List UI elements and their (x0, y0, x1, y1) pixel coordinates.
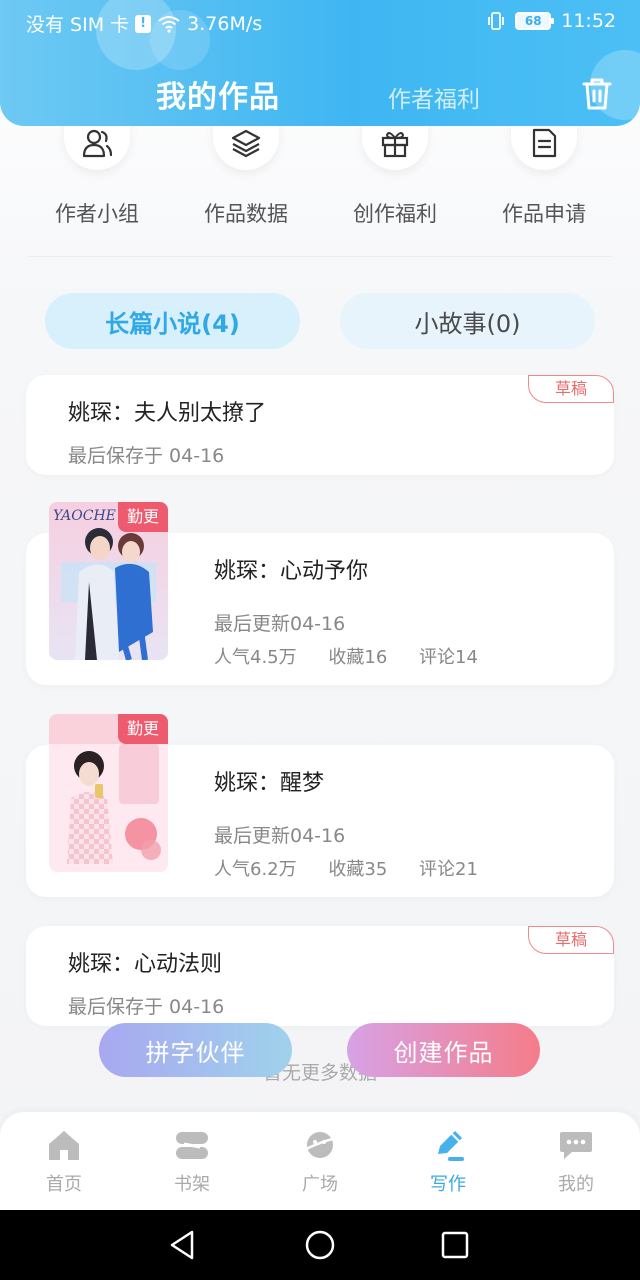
nav-mine[interactable]: 我的 (512, 1112, 640, 1210)
bottom-nav: 首页 书架 广场 写作 我的 (0, 1112, 640, 1210)
work-stats: 人气6.2万 收藏35 评论21 (214, 855, 504, 881)
nav-label: 我的 (558, 1174, 594, 1195)
segment-novels[interactable]: 长篇小说(4) (45, 293, 300, 349)
favorites-stat: 收藏35 (328, 859, 388, 880)
carrier-text: 没有 SIM 卡 (26, 14, 130, 36)
pen-icon (438, 1131, 464, 1161)
draft-badge: 草稿 (528, 926, 614, 954)
tab-author-benefits[interactable]: 作者福利 (388, 80, 480, 114)
quick-actions: 作者小组 作品数据 创作福利 作品申请 (22, 110, 618, 230)
book-cover[interactable]: YAOCHE 勤更 (49, 502, 168, 660)
quick-action-label: 作品数据 (204, 202, 288, 226)
writing-partner-button[interactable]: 拼字伙伴 (99, 1023, 292, 1077)
quick-action-label: 作者小组 (55, 202, 139, 226)
gift-icon (381, 132, 409, 158)
work-title: 姚琛：心动予你 (214, 559, 369, 584)
nav-label: 首页 (46, 1174, 82, 1195)
favorites-stat: 收藏16 (328, 647, 388, 668)
nav-bookshelf[interactable]: 书架 (128, 1112, 256, 1210)
nav-label: 写作 (430, 1174, 466, 1195)
draft-badge: 草稿 (528, 375, 614, 403)
work-saved-time: 最后保存于 04-16 (68, 445, 225, 467)
quick-action-label: 作品申请 (502, 202, 586, 226)
recents-icon[interactable] (438, 1228, 472, 1262)
work-title: 姚琛：心动法则 (68, 952, 223, 977)
no-more-data-text: 暂无更多数据 (262, 1062, 377, 1084)
quick-action-work-application[interactable]: 作品申请 (469, 110, 619, 230)
layers-icon (231, 129, 261, 158)
create-work-button[interactable]: 创建作品 (347, 1023, 540, 1077)
home-circle-icon[interactable] (303, 1228, 337, 1262)
wifi-icon (158, 15, 180, 33)
frequent-update-badge: 勤更 (118, 502, 168, 532)
comments-stat: 评论14 (419, 647, 478, 668)
book-cover[interactable]: 勤更 (49, 714, 168, 872)
quick-action-author-group[interactable]: 作者小组 (22, 110, 172, 230)
nav-label: 广场 (302, 1174, 338, 1195)
popularity-stat: 人气6.2万 (214, 859, 297, 880)
vibrate-icon (488, 12, 505, 30)
popularity-stat: 人气4.5万 (214, 647, 297, 668)
nav-home[interactable]: 首页 (0, 1112, 128, 1210)
tab-my-works[interactable]: 我的作品 (156, 72, 280, 116)
back-icon[interactable] (166, 1228, 200, 1262)
work-title: 姚琛：醒梦 (214, 771, 325, 796)
top-header: 没有 SIM 卡 ! 3.76M/s 68 11:52 我的作品 作者福利 (0, 0, 640, 126)
network-speed: 3.76M/s (187, 12, 263, 35)
frequent-update-badge: 勤更 (118, 714, 168, 744)
work-card-draft[interactable]: 姚琛：心动法则 最后保存于 04-16 草稿 (26, 926, 614, 1026)
header-tabs: 我的作品 作者福利 (0, 66, 640, 122)
home-icon (49, 1131, 79, 1160)
group-icon (82, 129, 113, 158)
comments-stat: 评论21 (419, 859, 478, 880)
divider (28, 256, 612, 257)
system-nav-bar (0, 1210, 640, 1280)
work-updated-time: 最后更新04-16 (214, 613, 346, 635)
bookshelf-icon (176, 1132, 208, 1159)
nav-write[interactable]: 写作 (384, 1112, 512, 1210)
work-stats: 人气4.5万 收藏16 评论14 (214, 643, 504, 669)
segment-short-stories[interactable]: 小故事(0) (340, 293, 595, 349)
document-icon (532, 128, 557, 158)
work-saved-time: 最后保存于 04-16 (68, 996, 225, 1018)
quick-action-creation-benefits[interactable]: 创作福利 (320, 110, 470, 230)
nav-square[interactable]: 广场 (256, 1112, 384, 1210)
battery-icon: 68 (515, 12, 555, 30)
trash-icon[interactable] (578, 74, 616, 114)
status-bar: 没有 SIM 卡 ! 3.76M/s 68 11:52 (0, 0, 640, 44)
quick-action-label: 创作福利 (353, 202, 437, 226)
nav-label: 书架 (174, 1174, 210, 1195)
work-title: 姚琛：夫人别太撩了 (68, 401, 267, 426)
work-updated-time: 最后更新04-16 (214, 825, 346, 847)
sim-alert-icon: ! (135, 14, 152, 33)
clock: 11:52 (561, 10, 616, 32)
chat-bubble-icon (560, 1132, 592, 1159)
cover-title: YAOCHE (53, 508, 116, 524)
quick-action-work-data[interactable]: 作品数据 (171, 110, 321, 230)
work-card-draft[interactable]: 姚琛：夫人别太撩了 最后保存于 04-16 草稿 (26, 375, 614, 475)
planet-icon (303, 1132, 337, 1158)
